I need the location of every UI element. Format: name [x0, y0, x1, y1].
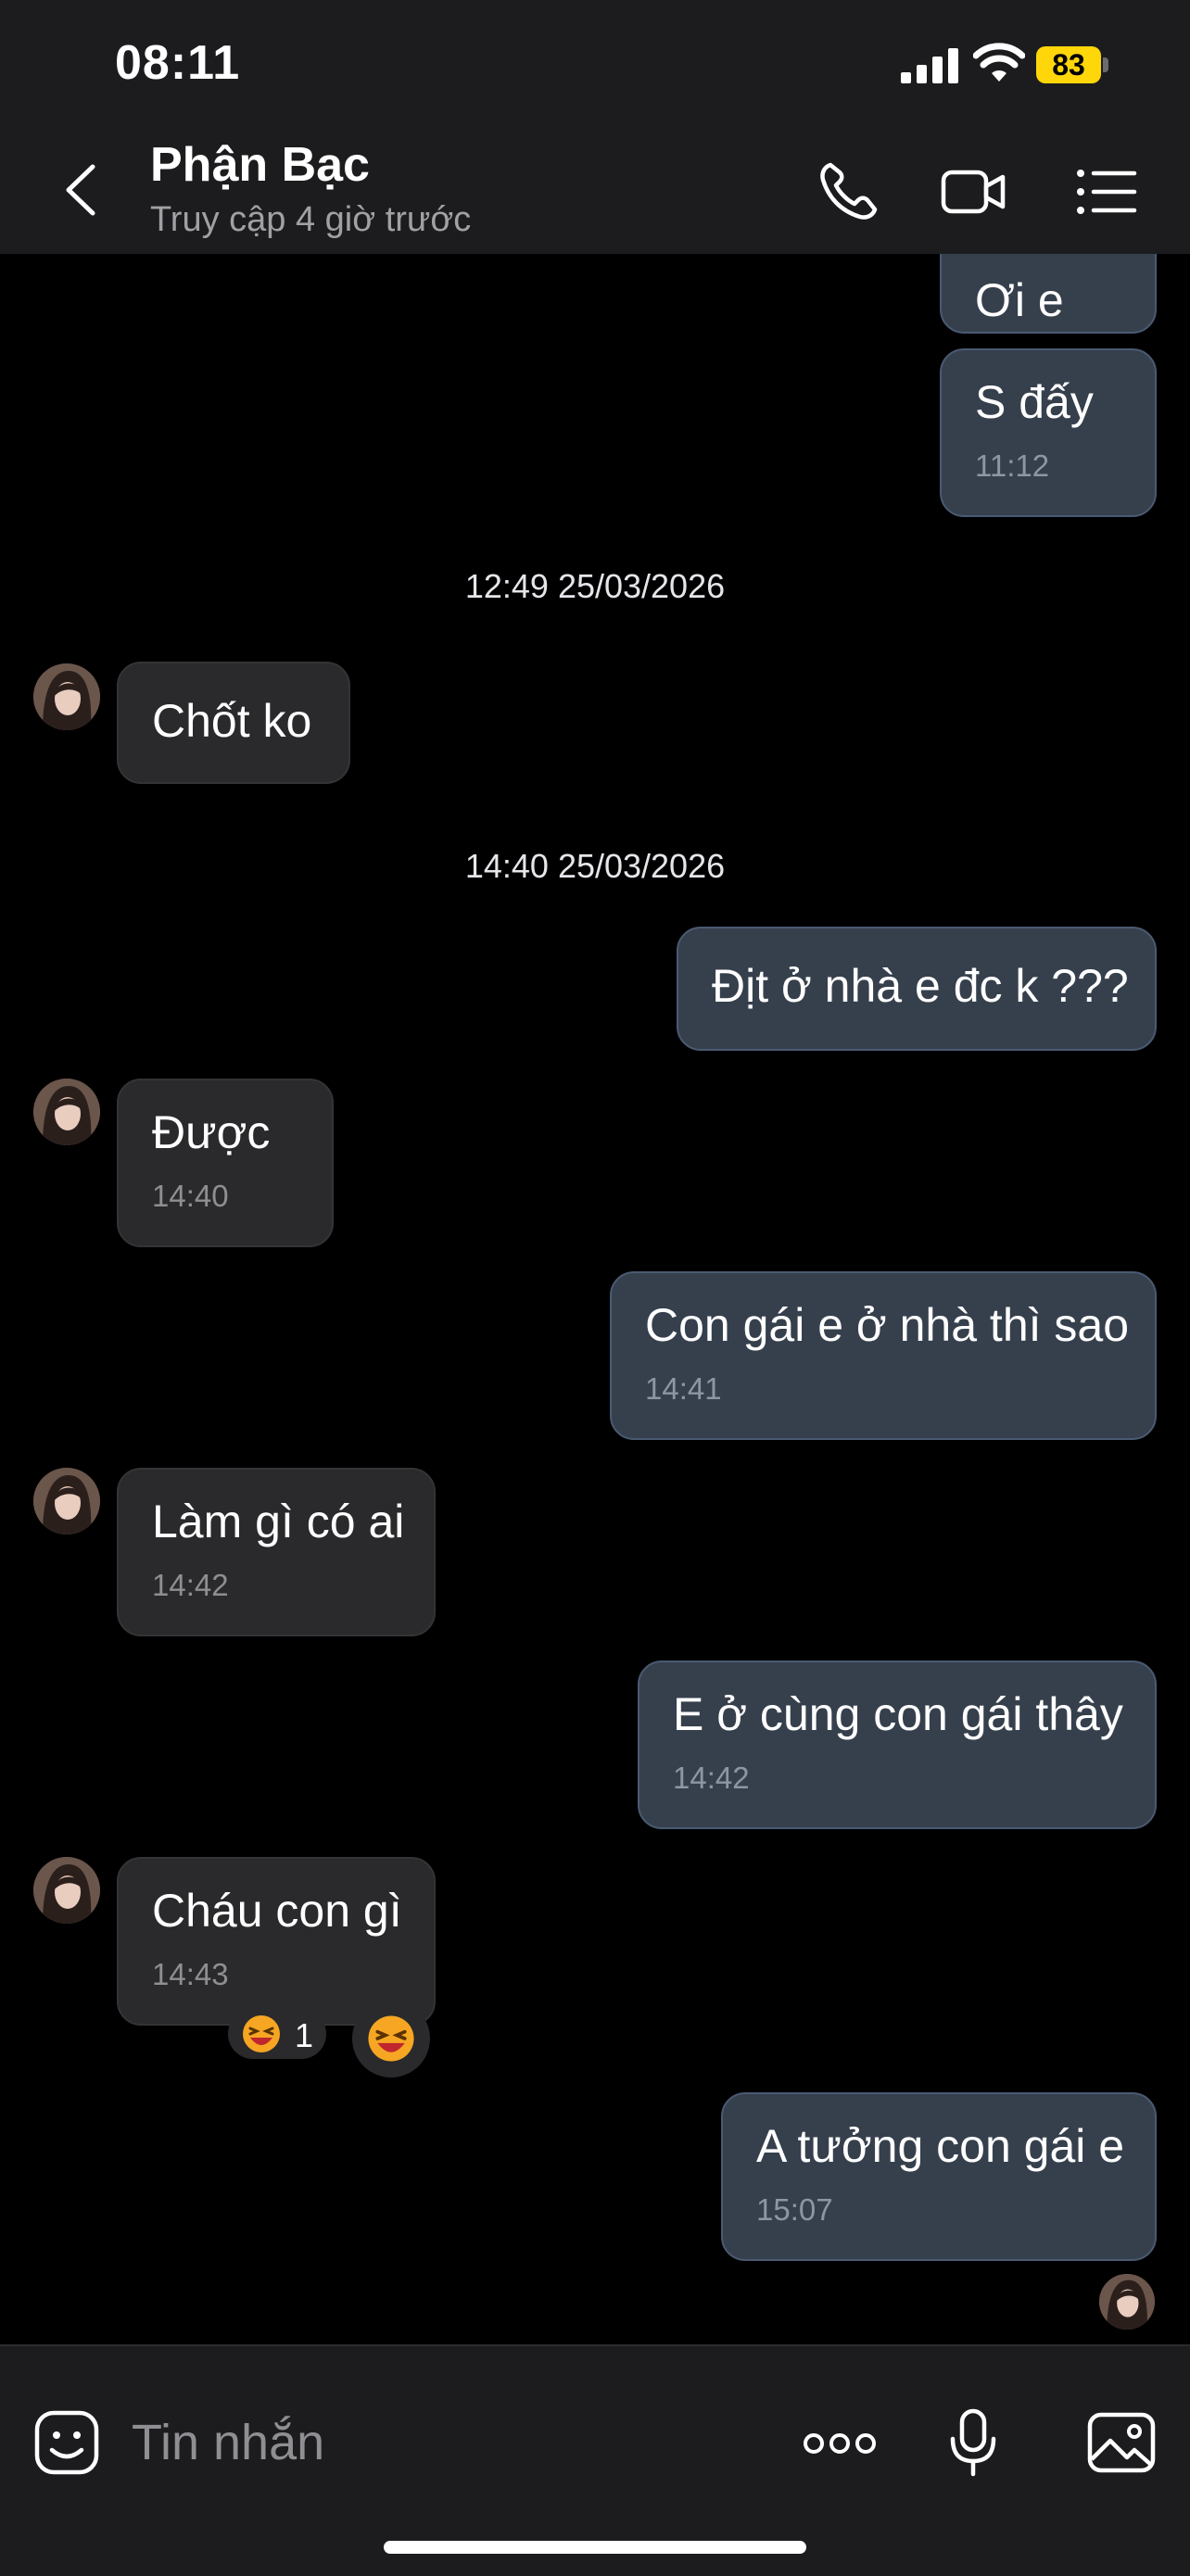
- add-reaction-button[interactable]: [352, 2000, 430, 2077]
- message-text: Làm gì có ai: [152, 1496, 405, 1547]
- message-time: 14:41: [645, 1371, 722, 1406]
- message-text: Ơi e: [975, 274, 1064, 326]
- message-time: 14:42: [673, 1761, 750, 1795]
- list-menu-icon[interactable]: [1073, 158, 1142, 226]
- avatar[interactable]: [33, 1857, 100, 1924]
- battery-level: 83: [1036, 46, 1101, 83]
- message-text: Được: [152, 1106, 271, 1158]
- message-time: 15:07: [756, 2192, 833, 2227]
- message-bubble-outgoing[interactable]: Địt ở nhà e đc k ???: [677, 927, 1157, 1051]
- message-time: 11:12: [975, 448, 1050, 483]
- message-bubble-incoming[interactable]: Được 14:40: [117, 1079, 334, 1247]
- message-time: 14:42: [152, 1568, 229, 1602]
- image-gallery-icon[interactable]: [1086, 2411, 1157, 2474]
- date-separator: 12:49 25/03/2026: [464, 567, 726, 605]
- message-text: S đấy: [975, 376, 1094, 428]
- phone-icon[interactable]: [814, 158, 882, 226]
- chat-header: Phận Bạc Truy cập 4 giờ trước: [0, 130, 1190, 254]
- message-bubble-outgoing[interactable]: S đấy 11:12: [940, 348, 1157, 517]
- seen-avatar: [1099, 2274, 1155, 2330]
- message-bubble-outgoing[interactable]: Ơi e: [940, 254, 1157, 334]
- contact-status: Truy cập 4 giờ trước: [150, 200, 472, 239]
- avatar[interactable]: [33, 663, 100, 730]
- message-bubble-outgoing[interactable]: E ở cùng con gái thây 14:42: [638, 1661, 1157, 1829]
- message-text: Địt ở nhà e đc k ???: [712, 960, 1129, 1012]
- microphone-icon[interactable]: [947, 2407, 999, 2478]
- video-camera-icon[interactable]: [940, 158, 1008, 226]
- message-input[interactable]: [130, 2391, 652, 2494]
- message-list[interactable]: Ơi e S đấy 11:12 12:49 25/03/2026 Chốt k…: [0, 254, 1190, 2344]
- message-text: A tưởng con gái e: [756, 2120, 1125, 2172]
- date-separator: 14:40 25/03/2026: [464, 847, 726, 885]
- message-text: E ở cùng con gái thây: [673, 1688, 1123, 1740]
- cellular-signal-icon: [901, 48, 958, 83]
- emoji-face-icon[interactable]: [33, 2409, 100, 2476]
- message-bubble-outgoing[interactable]: Con gái e ở nhà thì sao 14:41: [610, 1271, 1157, 1440]
- message-text: Cháu con gì: [152, 1885, 402, 1937]
- message-time: 14:43: [152, 1957, 229, 1991]
- reaction-summary[interactable]: 1: [228, 2009, 326, 2059]
- laughing-emoji-icon: [243, 2015, 280, 2052]
- status-bar: 08:11 83: [0, 0, 1190, 130]
- home-indicator[interactable]: [384, 2541, 806, 2554]
- message-bubble-incoming[interactable]: Chốt ko: [117, 662, 350, 784]
- message-bubble-incoming[interactable]: Làm gì có ai 14:42: [117, 1468, 436, 1636]
- battery-icon: 83: [1036, 46, 1108, 83]
- avatar[interactable]: [33, 1079, 100, 1145]
- laughing-emoji-icon: [368, 2015, 414, 2062]
- message-text: Con gái e ở nhà thì sao: [645, 1299, 1130, 1351]
- more-dots-icon[interactable]: [803, 2430, 877, 2457]
- message-time: 14:40: [152, 1179, 229, 1213]
- wifi-icon: [973, 43, 1025, 82]
- status-time: 08:11: [115, 36, 241, 90]
- avatar[interactable]: [33, 1468, 100, 1534]
- message-text: Chốt ko: [152, 695, 312, 747]
- reaction-count: 1: [295, 2016, 314, 2054]
- chevron-left-icon[interactable]: [54, 159, 109, 221]
- message-bubble-outgoing[interactable]: A tưởng con gái e 15:07: [721, 2092, 1157, 2261]
- contact-name[interactable]: Phận Bạc: [150, 137, 370, 193]
